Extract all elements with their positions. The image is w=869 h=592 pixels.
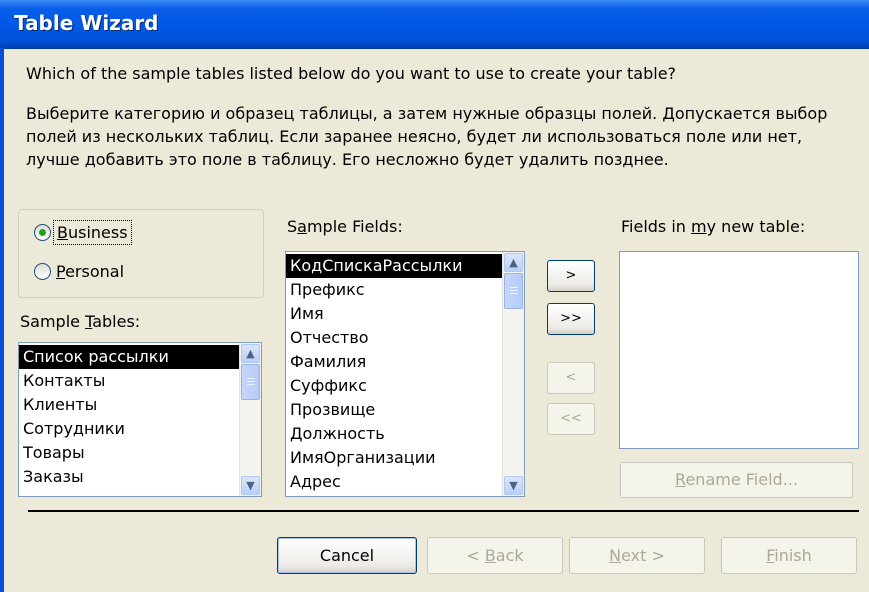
- list-item[interactable]: КодСпискаРассылки: [286, 254, 524, 278]
- radio-personal-label[interactable]: Personal: [53, 260, 127, 283]
- radio-personal-indicator[interactable]: [34, 263, 51, 280]
- rename-field-button[interactable]: Rename Field...: [620, 462, 853, 498]
- sample-tables-list[interactable]: Список рассылки Контакты Клиенты Сотрудники…: [18, 342, 262, 497]
- window-frame-left: [0, 48, 4, 592]
- list-item[interactable]: Заказы: [19, 465, 261, 489]
- sample-tables-label: Sample Tables:: [20, 312, 141, 331]
- scroll-down-arrow-icon[interactable]: ▼: [504, 476, 523, 495]
- scroll-down-arrow-icon[interactable]: ▼: [241, 476, 260, 495]
- list-item[interactable]: Прозвище: [286, 398, 524, 422]
- finish-button[interactable]: Finish: [721, 537, 857, 574]
- list-item[interactable]: ИмяОрганизации: [286, 446, 524, 470]
- sample-tables-items: Список рассылки Контакты Клиенты Сотрудники…: [19, 343, 261, 489]
- wizard-question: Which of the sample tables listed below …: [26, 64, 677, 83]
- list-item[interactable]: Суффикс: [286, 374, 524, 398]
- scroll-thumb[interactable]: [241, 364, 260, 400]
- back-button[interactable]: < Back: [427, 537, 563, 574]
- list-item[interactable]: Должность: [286, 422, 524, 446]
- list-item[interactable]: Адрес: [286, 470, 524, 494]
- list-item[interactable]: Имя: [286, 302, 524, 326]
- add-field-button[interactable]: >: [547, 260, 595, 292]
- new-table-fields-label: Fields in my new table:: [621, 217, 806, 236]
- footer-separator: [28, 510, 859, 512]
- scroll-up-arrow-icon[interactable]: ▲: [504, 253, 523, 272]
- list-item[interactable]: Фамилия: [286, 350, 524, 374]
- sample-fields-list[interactable]: КодСпискаРассылки Префикс Имя Отчество Фамил…: [285, 251, 525, 497]
- sample-fields-items: КодСпискаРассылки Префикс Имя Отчество Фамил…: [286, 252, 524, 494]
- cancel-button[interactable]: Cancel: [277, 537, 417, 574]
- add-all-fields-button[interactable]: >>: [547, 303, 595, 335]
- list-item[interactable]: Контакты: [19, 369, 261, 393]
- radio-business[interactable]: Business: [34, 220, 132, 245]
- list-item[interactable]: Префикс: [286, 278, 524, 302]
- scroll-up-arrow-icon[interactable]: ▲: [241, 344, 260, 363]
- list-item[interactable]: Клиенты: [19, 393, 261, 417]
- new-table-fields-list[interactable]: [619, 251, 859, 449]
- remove-field-button[interactable]: <: [547, 362, 595, 394]
- next-button[interactable]: Next >: [569, 537, 705, 574]
- sample-fields-label: Sample Fields:: [287, 217, 403, 236]
- list-item[interactable]: Отчество: [286, 326, 524, 350]
- list-item[interactable]: Список рассылки: [19, 345, 261, 369]
- list-item[interactable]: Товары: [19, 441, 261, 465]
- window-title: Table Wizard: [14, 11, 159, 35]
- sample-fields-scrollbar[interactable]: ▲ ▼: [502, 252, 524, 496]
- wizard-description: Выберите категорию и образец таблицы, а …: [26, 104, 828, 169]
- list-item[interactable]: Сотрудники: [19, 417, 261, 441]
- title-bar[interactable]: Table Wizard: [0, 0, 869, 49]
- radio-business-label[interactable]: Business: [53, 220, 132, 245]
- sample-tables-scrollbar[interactable]: ▲ ▼: [239, 343, 261, 496]
- radio-personal[interactable]: Personal: [34, 260, 127, 283]
- radio-business-indicator[interactable]: [34, 224, 51, 241]
- remove-all-fields-button[interactable]: <<: [547, 403, 595, 435]
- scroll-thumb[interactable]: [504, 273, 523, 309]
